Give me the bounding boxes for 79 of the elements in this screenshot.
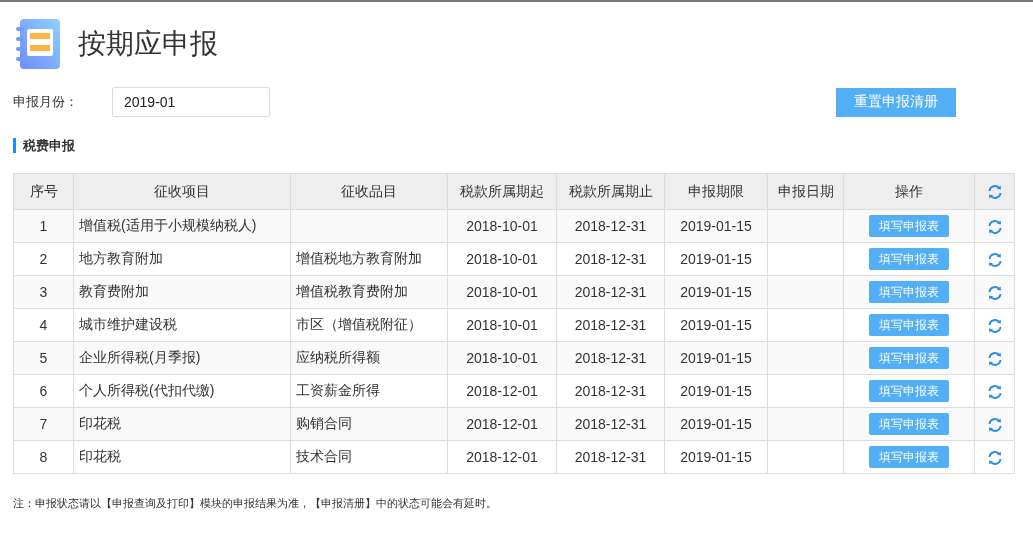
refresh-icon[interactable] [986,317,1003,334]
table-cell: 印花税 [73,440,291,474]
table-cell: 工资薪金所得 [296,382,380,398]
table-cell: 2018-12-31 [556,275,665,309]
table-cell: 5 [13,341,74,375]
refresh-icon[interactable] [986,416,1003,433]
table-cell: 教育费附加 [73,275,291,309]
fill-form-button[interactable]: 填写申报表 [869,314,949,336]
table-cell: 2018-12-31 [556,374,665,408]
column-header: 征收项目 [73,173,291,210]
field-label: 申报月份： [13,93,79,111]
fill-form-button[interactable]: 填写申报表 [869,248,949,270]
table-cell: 2019-01-15 [664,440,768,474]
table-cell: 1 [13,209,74,243]
table-cell: 3 [13,275,74,309]
fill-form-button[interactable]: 填写申报表 [869,380,949,402]
table-cell: 技术合同 [296,448,352,464]
notebook-icon [16,19,62,69]
table-cell: 2018-12-31 [556,440,665,474]
table-cell: 城市维护建设税 [73,308,291,342]
column-header: 税款所属期止 [556,173,665,210]
table-cell: 2019-01-15 [664,242,768,276]
table-cell: 2019-01-15 [664,209,768,243]
refresh-icon[interactable] [986,218,1003,235]
table-cell: 2018-10-01 [447,308,557,342]
table-cell: 2018-10-01 [447,209,557,243]
refresh-icon[interactable] [986,383,1003,400]
table-cell: 个人所得税(代扣代缴) [73,374,291,408]
fill-form-button[interactable]: 填写申报表 [869,413,949,435]
table-cell: 市区（增值税附征） [296,316,422,332]
refresh-icon[interactable] [986,184,1003,201]
table-cell: 2018-12-01 [447,407,557,441]
table-cell: 印花税 [73,407,291,441]
section-title: 税费申报 [13,138,1020,153]
column-header: 征收品目 [290,173,448,210]
table-cell: 企业所得税(月季报) [73,341,291,375]
table-cell: 2018-12-31 [556,308,665,342]
column-header: 申报日期 [767,173,844,210]
table-cell: 2018-12-01 [447,440,557,474]
column-header: 税款所属期起 [447,173,557,210]
column-header: 申报期限 [664,173,768,210]
refresh-icon[interactable] [986,251,1003,268]
table-cell: 2018-12-01 [447,374,557,408]
month-field[interactable]: 2019-01 [112,87,270,117]
note-text: 注：申报状态请以【申报查询及打印】模块的申报结果为准，【申报清册】中的状态可能会有延时。 [13,496,498,511]
refresh-icon[interactable] [986,350,1003,367]
table-cell: 2018-10-01 [447,242,557,276]
table-cell: 2019-01-15 [664,308,768,342]
table-cell: 2018-12-31 [556,341,665,375]
table-cell: 2 [13,242,74,276]
table-cell: 4 [13,308,74,342]
table-cell: 购销合同 [296,415,352,431]
table-cell: 6 [13,374,74,408]
table-cell: 2018-10-01 [447,341,557,375]
table-cell: 8 [13,440,74,474]
table-cell: 增值税地方教育附加 [296,250,422,266]
fill-form-button[interactable]: 填写申报表 [869,215,949,237]
table-cell: 应纳税所得额 [296,349,380,365]
table-cell: 2018-12-31 [556,209,665,243]
table-cell: 增值税(适用于小规模纳税人) [73,209,291,243]
table-cell: 地方教育附加 [73,242,291,276]
table-cell: 2019-01-15 [664,275,768,309]
table-cell: 7 [13,407,74,441]
column-header: 操作 [843,173,975,210]
reset-button[interactable]: 重置申报清册 [836,87,956,117]
fill-form-button[interactable]: 填写申报表 [869,281,949,303]
page-title: 按期应申报 [78,27,218,61]
table-cell: 2019-01-15 [664,374,768,408]
refresh-icon[interactable] [986,449,1003,466]
fill-form-button[interactable]: 填写申报表 [869,347,949,369]
table-cell: 增值税教育费附加 [296,283,408,299]
refresh-icon[interactable] [986,284,1003,301]
table-cell: 2019-01-15 [664,407,768,441]
table-cell: 2018-12-31 [556,407,665,441]
column-header: 序号 [13,173,74,210]
fill-form-button[interactable]: 填写申报表 [869,446,949,468]
table-cell: 2018-10-01 [447,275,557,309]
table-cell: 2019-01-15 [664,341,768,375]
table-cell: 2018-12-31 [556,242,665,276]
